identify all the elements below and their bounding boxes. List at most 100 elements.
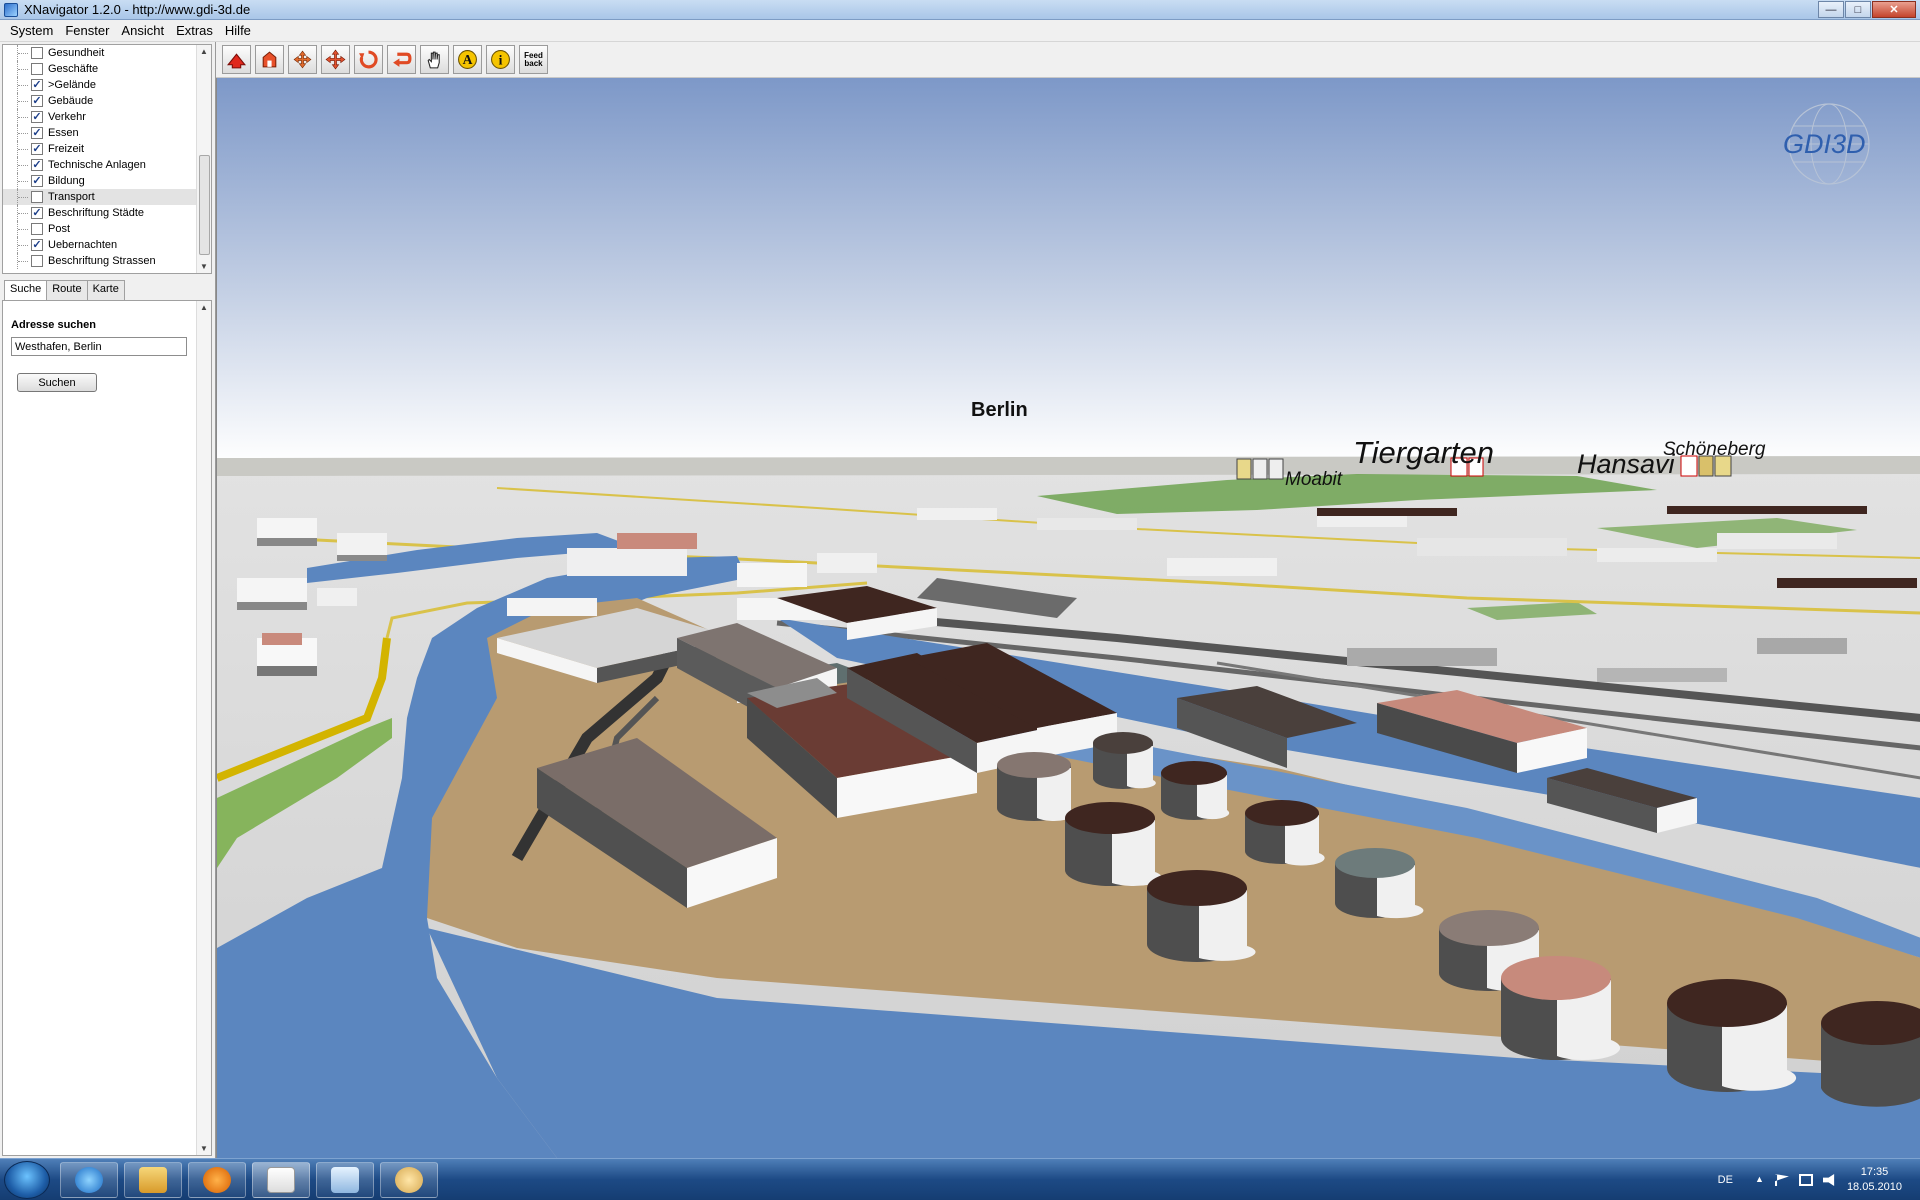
tray-expand-icon[interactable]: ▲	[1755, 1174, 1765, 1186]
layer-checkbox[interactable]: ✓	[31, 175, 43, 187]
layer-checkbox[interactable]: ✓	[31, 239, 43, 251]
layer-item[interactable]: ✓ Technische Anlagen	[3, 157, 211, 173]
layer-item[interactable]: ✓ Essen	[3, 125, 211, 141]
layer-checkbox[interactable]	[31, 191, 43, 203]
scroll-up-icon[interactable]: ▲	[200, 303, 208, 312]
menu-system[interactable]: System	[4, 23, 59, 38]
window-titlebar: XNavigator 1.2.0 - http://www.gdi-3d.de …	[0, 0, 1920, 20]
feedback-button[interactable]: Feed back	[519, 45, 548, 74]
layer-checkbox[interactable]: ✓	[31, 127, 43, 139]
internet-explorer-icon	[75, 1167, 103, 1193]
label-moabit: Moabit	[1285, 469, 1343, 490]
search-button[interactable]: Suchen	[17, 373, 97, 392]
return-arrow-icon	[393, 52, 412, 67]
layer-checkbox[interactable]	[31, 223, 43, 235]
layer-checkbox[interactable]: ✓	[31, 207, 43, 219]
menu-fenster[interactable]: Fenster	[59, 23, 115, 38]
hand-tool-button[interactable]	[420, 45, 449, 74]
layer-tree: Gesundheit Geschäfte ✓ >Gelände ✓ Gebäude ✓ Ver…	[2, 44, 212, 274]
taskbar-notepad[interactable]	[316, 1162, 374, 1198]
layer-item[interactable]: ✓ Bildung	[3, 173, 211, 189]
network-icon[interactable]	[1798, 1174, 1813, 1186]
rotate-icon	[359, 50, 378, 69]
move-arrows-button[interactable]	[288, 45, 317, 74]
layer-item[interactable]: Post	[3, 221, 211, 237]
layer-checkbox[interactable]	[31, 255, 43, 267]
left-panel: Gesundheit Geschäfte ✓ >Gelände ✓ Gebäude ✓ Ver…	[0, 42, 216, 1158]
address-input[interactable]	[11, 337, 187, 356]
tab-route[interactable]: Route	[46, 280, 88, 300]
label-tiergarten: Tiergarten	[1353, 435, 1494, 470]
layer-item[interactable]: ✓ >Gelände	[3, 77, 211, 93]
map-3d-scene[interactable]: Berlin Tiergarten Moabit Hansavi Schöneb…	[217, 78, 1920, 1158]
scroll-down-icon[interactable]: ▼	[200, 1144, 208, 1153]
rotate-button[interactable]	[354, 45, 383, 74]
scroll-up-icon[interactable]: ▲	[200, 47, 208, 56]
search-panel-scrollbar[interactable]: ▲ ▼	[196, 301, 211, 1155]
annotation-a-icon: A	[458, 50, 477, 69]
layer-tree-scrollbar[interactable]: ▲ ▼	[196, 45, 211, 273]
layer-checkbox[interactable]: ✓	[31, 143, 43, 155]
layer-label: Gebäude	[48, 95, 94, 107]
home-red-icon	[227, 53, 246, 69]
layer-item[interactable]: Transport	[3, 189, 211, 205]
layer-item[interactable]: ✓ Freizeit	[3, 141, 211, 157]
close-button[interactable]: ✕	[1872, 1, 1916, 18]
start-button[interactable]	[4, 1161, 50, 1199]
home-orange-icon	[262, 51, 277, 68]
layer-checkbox[interactable]: ✓	[31, 95, 43, 107]
layer-item[interactable]: Beschriftung Strassen	[3, 253, 211, 269]
taskbar-java[interactable]	[252, 1162, 310, 1198]
svg-text:A: A	[463, 52, 473, 67]
layer-checkbox[interactable]: ✓	[31, 79, 43, 91]
java-icon	[267, 1167, 295, 1193]
home-red-button[interactable]	[222, 45, 251, 74]
layer-item[interactable]: ✓ Verkehr	[3, 109, 211, 125]
menu-bar: System Fenster Ansicht Extras Hilfe	[0, 20, 1920, 42]
volume-muted-icon[interactable]	[1822, 1174, 1835, 1186]
layer-item[interactable]: Gesundheit	[3, 45, 211, 61]
taskbar-paint[interactable]	[380, 1162, 438, 1198]
window-title: XNavigator 1.2.0 - http://www.gdi-3d.de	[24, 2, 251, 17]
taskbar-media-player[interactable]	[188, 1162, 246, 1198]
annotation-button[interactable]: A	[453, 45, 482, 74]
minimize-button[interactable]: —	[1818, 1, 1844, 18]
tab-karte[interactable]: Karte	[86, 280, 125, 300]
layer-item[interactable]: ✓ Uebernachten	[3, 237, 211, 253]
notepad-icon	[331, 1167, 359, 1193]
menu-extras[interactable]: Extras	[170, 23, 219, 38]
layer-checkbox[interactable]: ✓	[31, 111, 43, 123]
maximize-button[interactable]: □	[1845, 1, 1871, 18]
layer-checkbox[interactable]	[31, 63, 43, 75]
navigation-toolbar: A i Feed back	[216, 42, 1920, 78]
layer-list: Gesundheit Geschäfte ✓ >Gelände ✓ Gebäude ✓ Ver…	[3, 45, 211, 269]
hand-icon	[427, 51, 440, 69]
pan-arrows-button[interactable]	[321, 45, 350, 74]
language-indicator[interactable]: DE	[1718, 1174, 1733, 1186]
scroll-thumb[interactable]	[199, 155, 210, 255]
action-center-flag-icon[interactable]	[1774, 1174, 1789, 1186]
xnavigator-app-icon	[4, 2, 18, 17]
taskbar-clock[interactable]: 17:35 18.05.2010	[1847, 1165, 1902, 1195]
menu-hilfe[interactable]: Hilfe	[219, 23, 257, 38]
layer-label: Transport	[48, 191, 95, 203]
map-3d-viewport[interactable]: Berlin Tiergarten Moabit Hansavi Schöneb…	[216, 78, 1920, 1158]
clock-time: 17:35	[1860, 1166, 1889, 1178]
taskbar-explorer[interactable]	[124, 1162, 182, 1198]
info-button[interactable]: i	[486, 45, 515, 74]
layer-item[interactable]: Geschäfte	[3, 61, 211, 77]
layer-checkbox[interactable]	[31, 47, 43, 59]
taskbar-internet-explorer[interactable]	[60, 1162, 118, 1198]
menu-ansicht[interactable]: Ansicht	[115, 23, 170, 38]
layer-checkbox[interactable]: ✓	[31, 159, 43, 171]
return-button[interactable]	[387, 45, 416, 74]
layer-label: Post	[48, 223, 71, 235]
tab-suche[interactable]: Suche	[4, 280, 48, 301]
scroll-down-icon[interactable]: ▼	[200, 262, 208, 271]
layer-label: Uebernachten	[48, 239, 118, 251]
home-orange-button[interactable]	[255, 45, 284, 74]
layer-label: Geschäfte	[48, 63, 99, 75]
layer-item[interactable]: ✓ Gebäude	[3, 93, 211, 109]
layer-item[interactable]: ✓ Beschriftung Städte	[3, 205, 211, 221]
label-hansaviertel: Hansavi	[1577, 449, 1676, 479]
